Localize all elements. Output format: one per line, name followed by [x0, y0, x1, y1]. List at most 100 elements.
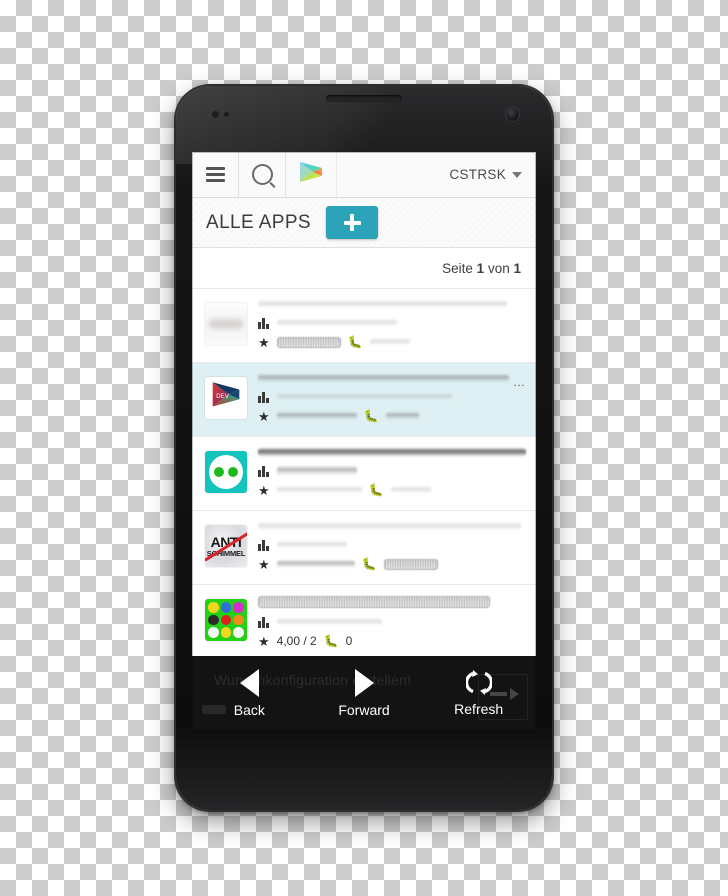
rating-row: ★ 🐛 — [258, 409, 526, 423]
table-row[interactable]: ANTI SCHIMMEL ★ 🐛 — [192, 511, 536, 585]
table-row[interactable]: ★ 🐛 — [192, 289, 536, 363]
crash-group: 🐛 — [364, 410, 450, 422]
app-row-body: … ★ 🐛 — [258, 372, 526, 428]
earpiece-speaker — [326, 95, 402, 102]
app-title-redacted — [258, 522, 521, 531]
star-icon: ★ — [258, 556, 270, 572]
dev-play-triangle-icon: DEV — [212, 382, 240, 407]
app-row-body: ★ 🐛 — [258, 298, 526, 354]
anti-schimmel-icon: ANTI SCHIMMEL — [205, 525, 247, 567]
search-button[interactable] — [239, 152, 286, 197]
blank-white-app-icon — [205, 303, 247, 345]
ball — [220, 602, 232, 613]
rating-value-redacted — [276, 560, 355, 568]
account-selector[interactable]: CSTRSK — [449, 152, 536, 197]
overflow-menu-button[interactable]: … — [509, 375, 526, 389]
section-header: ALLE APPS — [192, 198, 536, 248]
crash-value-redacted — [390, 486, 431, 494]
teal-two-green-dots-icon — [205, 451, 247, 493]
bug-icon: 🐛 — [361, 557, 377, 571]
forward-button[interactable]: Forward — [307, 656, 422, 730]
transparent-canvas: CSTRSK ALLE APPS Seite 1 von 1 ★ 🐛 DEV …… — [0, 0, 728, 896]
app-title-redacted — [258, 300, 508, 309]
app-toolbar: CSTRSK — [192, 152, 536, 198]
crash-count-value: 0 — [345, 634, 353, 648]
crash-value-redacted — [383, 558, 438, 570]
rating-row: ★ 🐛 — [258, 557, 526, 571]
installs-value-redacted — [277, 541, 347, 549]
table-row[interactable]: ★ 4,00 / 2 🐛 0 — [192, 585, 536, 662]
play-store-logo-button[interactable] — [286, 152, 337, 197]
pagination-indicator: Seite 1 von 1 — [192, 248, 536, 289]
table-row[interactable]: DEV … ★ 🐛 — [192, 363, 536, 437]
phone-screen: CSTRSK ALLE APPS Seite 1 von 1 ★ 🐛 DEV …… — [192, 152, 536, 730]
plus-icon — [343, 213, 362, 232]
app-row-body: ★ 🐛 — [258, 520, 526, 576]
ball — [233, 602, 244, 613]
chart-bars-icon — [258, 539, 270, 551]
play-store-dev-icon: DEV — [205, 377, 247, 419]
pagination-current: 1 — [476, 260, 485, 276]
green-dot-right — [228, 467, 238, 477]
bug-icon: 🐛 — [347, 335, 363, 349]
installs-row — [258, 316, 526, 330]
table-row[interactable]: ★ 🐛 — [192, 437, 536, 511]
installs-row — [258, 390, 526, 404]
menu-button[interactable] — [192, 152, 239, 197]
svg-text:DEV: DEV — [216, 394, 229, 400]
account-label: CSTRSK — [449, 167, 506, 182]
page-title: ALLE APPS — [206, 211, 312, 233]
rating-row: ★ 4,00 / 2 🐛 0 — [258, 634, 526, 648]
forward-label: Forward — [338, 701, 390, 718]
chevron-down-icon — [512, 171, 522, 178]
green-dot-left — [214, 467, 224, 477]
rating-value-redacted — [276, 486, 362, 494]
hamburger-menu-icon — [205, 164, 225, 185]
app-row-body: ★ 4,00 / 2 🐛 0 — [258, 594, 526, 653]
app-title-redacted — [258, 596, 491, 608]
chart-bars-icon — [258, 391, 270, 403]
chart-bars-icon — [258, 616, 270, 628]
crash-group: 🐛 — [369, 484, 455, 496]
crash-value-redacted — [369, 338, 410, 346]
rating-row: ★ 🐛 — [258, 335, 526, 349]
ball — [208, 614, 219, 626]
back-button[interactable]: Back — [192, 656, 307, 730]
installs-value-redacted — [277, 466, 357, 476]
proximity-sensor-icon — [212, 111, 219, 118]
refresh-icon — [465, 670, 492, 695]
bug-icon: 🐛 — [323, 634, 339, 648]
app-list: ★ 🐛 DEV … ★ 🐛 ★ 🐛 ANTI SCHIMMEL ★ 🐛 ★ 4,… — [192, 289, 536, 662]
rating-value-redacted — [276, 412, 357, 420]
installs-row — [258, 538, 526, 552]
ball — [233, 614, 244, 626]
light-sensor-icon — [224, 112, 229, 117]
bottom-navigation-bar: Wunschkonfiguration erstellen! Back Forw… — [192, 656, 536, 730]
ball — [220, 627, 232, 638]
front-camera-icon — [506, 108, 519, 121]
phone-device-frame: CSTRSK ALLE APPS Seite 1 von 1 ★ 🐛 DEV …… — [176, 86, 552, 810]
chart-bars-icon — [258, 465, 270, 477]
white-circle-shape — [209, 455, 243, 489]
rating-value-redacted — [276, 336, 341, 348]
back-label: Back — [233, 701, 265, 718]
ball — [233, 627, 244, 638]
pagination-total: 1 — [513, 260, 521, 276]
triangle-left-icon — [239, 668, 259, 697]
installs-value-redacted — [277, 319, 397, 327]
crash-group: 🐛 — [362, 558, 448, 570]
ball — [220, 614, 232, 626]
rating-value: 4,00 / 2 — [276, 634, 317, 648]
installs-value-redacted — [277, 618, 382, 626]
add-app-button[interactable] — [326, 206, 379, 239]
triangle-right-icon — [354, 668, 374, 697]
refresh-label: Refresh — [454, 701, 504, 717]
google-play-logo-icon — [300, 161, 322, 182]
refresh-button[interactable]: Refresh — [421, 656, 536, 730]
bug-icon: 🐛 — [363, 409, 379, 423]
search-icon — [251, 164, 273, 185]
bug-icon: 🐛 — [368, 483, 384, 497]
installs-value-redacted — [277, 393, 452, 401]
star-icon: ★ — [258, 482, 270, 498]
